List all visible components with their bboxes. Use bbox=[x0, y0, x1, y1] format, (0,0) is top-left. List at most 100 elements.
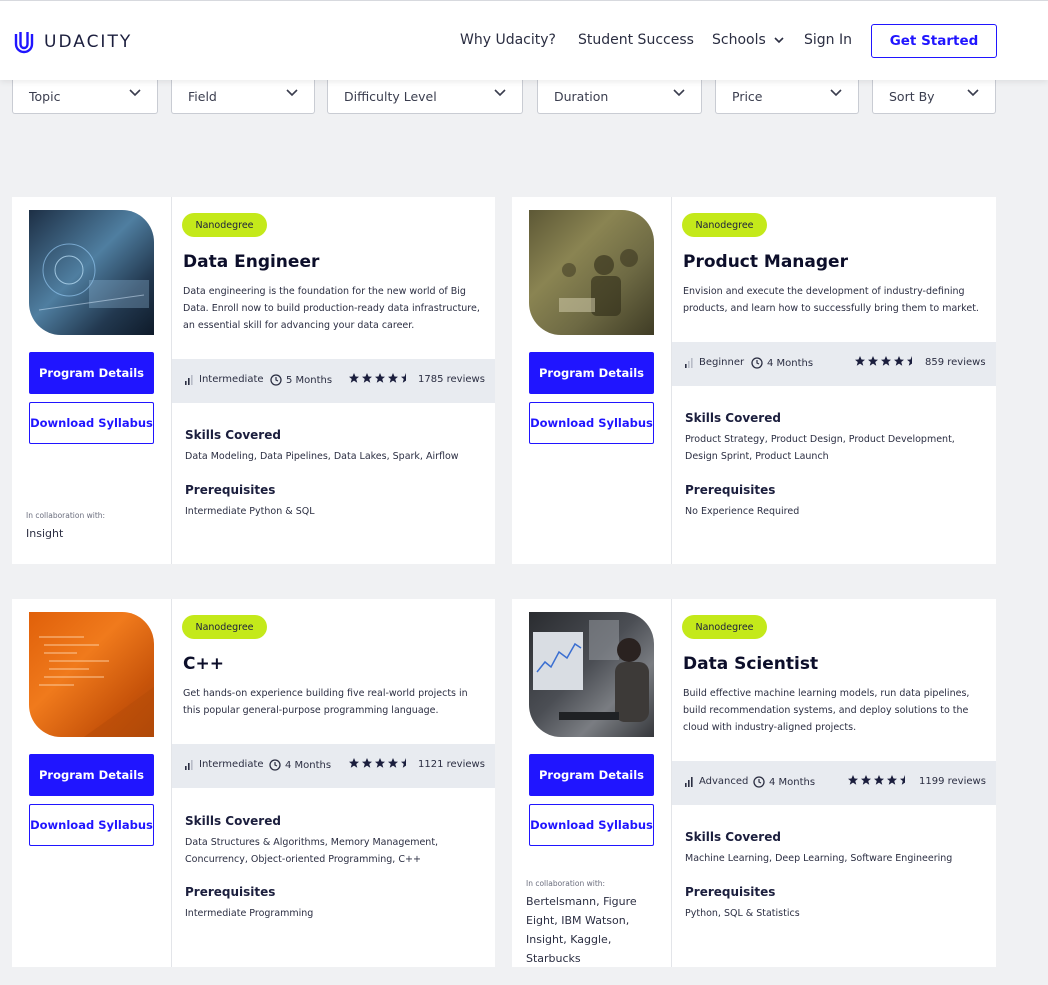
level-bars-icon bbox=[685, 776, 693, 787]
download-syllabus-button[interactable]: Download Syllabus bbox=[529, 804, 654, 846]
duration: 4 Months bbox=[269, 759, 331, 771]
program-card-product-manager: Program Details Download Syllabus Nanode… bbox=[512, 197, 996, 564]
skills-list: Machine Learning, Deep Learning, Softwar… bbox=[685, 853, 953, 864]
duration: 4 Months bbox=[751, 357, 813, 369]
program-description: Build effective machine learning models,… bbox=[683, 688, 970, 733]
difficulty-level: Intermediate bbox=[185, 759, 264, 770]
star-icon bbox=[881, 356, 891, 366]
difficulty-level: Intermediate bbox=[185, 374, 264, 385]
prerequisites-text: Intermediate Programming bbox=[185, 908, 314, 919]
star-icon bbox=[894, 356, 904, 366]
program-title[interactable]: C++ bbox=[183, 654, 224, 674]
review-count[interactable]: 1785 reviews bbox=[418, 374, 485, 385]
duration-text: 4 Months bbox=[285, 759, 332, 771]
prerequisites-text: No Experience Required bbox=[685, 506, 800, 517]
program-description: Get hands-on experience building five re… bbox=[183, 688, 468, 716]
star-icon bbox=[848, 775, 858, 785]
program-image bbox=[29, 210, 154, 335]
nanodegree-badge: Nanodegree bbox=[182, 615, 267, 639]
circuit-illustration bbox=[38, 243, 149, 311]
program-title[interactable]: Data Scientist bbox=[683, 654, 818, 674]
level-text: Intermediate bbox=[199, 759, 264, 770]
skills-list: Product Strategy, Product Design, Produc… bbox=[685, 434, 955, 462]
card-left-panel: Program Details Download Syllabus In col… bbox=[12, 197, 172, 564]
skills-heading: Skills Covered bbox=[685, 830, 781, 844]
clock-icon bbox=[753, 776, 765, 788]
collaboration-partners: Insight bbox=[26, 527, 64, 540]
nav-student-success[interactable]: Student Success bbox=[578, 32, 694, 48]
prerequisites-heading: Prerequisites bbox=[685, 885, 776, 899]
skills-heading: Skills Covered bbox=[685, 411, 781, 425]
program-meta: Beginner 4 Months 859 reviews bbox=[672, 342, 996, 386]
program-details-button[interactable]: Program Details bbox=[529, 352, 654, 394]
download-syllabus-button[interactable]: Download Syllabus bbox=[29, 402, 154, 444]
chevron-down-icon bbox=[673, 89, 685, 97]
prerequisites-heading: Prerequisites bbox=[185, 885, 276, 899]
star-half-icon bbox=[401, 758, 411, 768]
level-text: Advanced bbox=[699, 776, 749, 787]
program-details-button[interactable]: Program Details bbox=[29, 352, 154, 394]
filter-difficulty-level[interactable]: Difficulty Level bbox=[327, 80, 523, 114]
chevron-down-icon bbox=[286, 89, 298, 97]
nav-schools[interactable]: Schools bbox=[712, 32, 784, 48]
program-image bbox=[529, 210, 654, 335]
level-bars-icon bbox=[185, 759, 193, 770]
udacity-logo[interactable]: UDACITY bbox=[12, 30, 132, 54]
download-syllabus-button[interactable]: Download Syllabus bbox=[529, 402, 654, 444]
udacity-logo-icon bbox=[14, 32, 34, 54]
program-meta: Advanced 4 Months 1199 reviews bbox=[672, 761, 996, 805]
program-card-data-scientist: Program Details Download Syllabus In col… bbox=[512, 599, 996, 967]
program-title[interactable]: Product Manager bbox=[683, 252, 848, 272]
card-left-panel: Program Details Download Syllabus bbox=[512, 197, 672, 564]
rating-stars bbox=[348, 757, 412, 769]
program-details-button[interactable]: Program Details bbox=[529, 754, 654, 796]
filter-duration[interactable]: Duration bbox=[537, 80, 702, 114]
review-count[interactable]: 859 reviews bbox=[925, 357, 986, 368]
program-title[interactable]: Data Engineer bbox=[183, 252, 319, 272]
skills-heading: Skills Covered bbox=[185, 814, 281, 828]
star-icon bbox=[861, 775, 871, 785]
collaboration-label: In collaboration with: bbox=[26, 511, 106, 520]
prerequisites-text: Intermediate Python & SQL bbox=[185, 506, 315, 517]
star-icon bbox=[887, 775, 897, 785]
nav-why-udacity[interactable]: Why Udacity? bbox=[460, 32, 556, 48]
star-icon bbox=[362, 758, 372, 768]
card-left-panel: Program Details Download Syllabus bbox=[12, 599, 172, 967]
program-description: Envision and execute the development of … bbox=[683, 286, 979, 314]
filter-label: Sort By bbox=[889, 89, 935, 104]
nav-sign-in[interactable]: Sign In bbox=[804, 32, 852, 48]
filter-field[interactable]: Field bbox=[171, 80, 315, 114]
filter-price[interactable]: Price bbox=[715, 80, 859, 114]
nanodegree-badge: Nanodegree bbox=[182, 213, 267, 237]
meeting-illustration bbox=[559, 249, 638, 316]
clock-icon bbox=[751, 357, 763, 369]
filter-sort-by[interactable]: Sort By bbox=[872, 80, 996, 114]
program-image bbox=[529, 612, 654, 737]
review-count[interactable]: 1121 reviews bbox=[418, 759, 485, 770]
star-half-icon bbox=[900, 775, 910, 785]
program-details-button[interactable]: Program Details bbox=[29, 754, 154, 796]
star-icon bbox=[375, 758, 385, 768]
skills-heading: Skills Covered bbox=[185, 428, 281, 442]
level-bars-icon bbox=[685, 357, 693, 368]
star-icon bbox=[362, 373, 372, 383]
level-text: Beginner bbox=[699, 357, 745, 368]
review-count[interactable]: 1199 reviews bbox=[919, 776, 986, 787]
filter-label: Price bbox=[732, 89, 763, 104]
star-icon bbox=[388, 373, 398, 383]
program-meta: Intermediate 5 Months 1785 reviews bbox=[172, 359, 495, 403]
duration: 5 Months bbox=[270, 374, 332, 386]
star-half-icon bbox=[401, 373, 411, 383]
download-syllabus-button[interactable]: Download Syllabus bbox=[29, 804, 154, 846]
top-navigation-bar: UDACITY Why Udacity? Student Success Sch… bbox=[0, 0, 1048, 80]
rating-stars bbox=[854, 355, 918, 367]
card-left-panel: Program Details Download Syllabus In col… bbox=[512, 599, 672, 967]
nanodegree-badge: Nanodegree bbox=[682, 213, 767, 237]
prerequisites-heading: Prerequisites bbox=[185, 483, 276, 497]
difficulty-level: Beginner bbox=[685, 357, 744, 368]
duration: 4 Months bbox=[753, 776, 815, 788]
clock-icon bbox=[270, 374, 282, 386]
get-started-button[interactable]: Get Started bbox=[871, 24, 997, 58]
filter-topic[interactable]: Topic bbox=[12, 80, 158, 114]
filter-label: Field bbox=[188, 89, 217, 104]
